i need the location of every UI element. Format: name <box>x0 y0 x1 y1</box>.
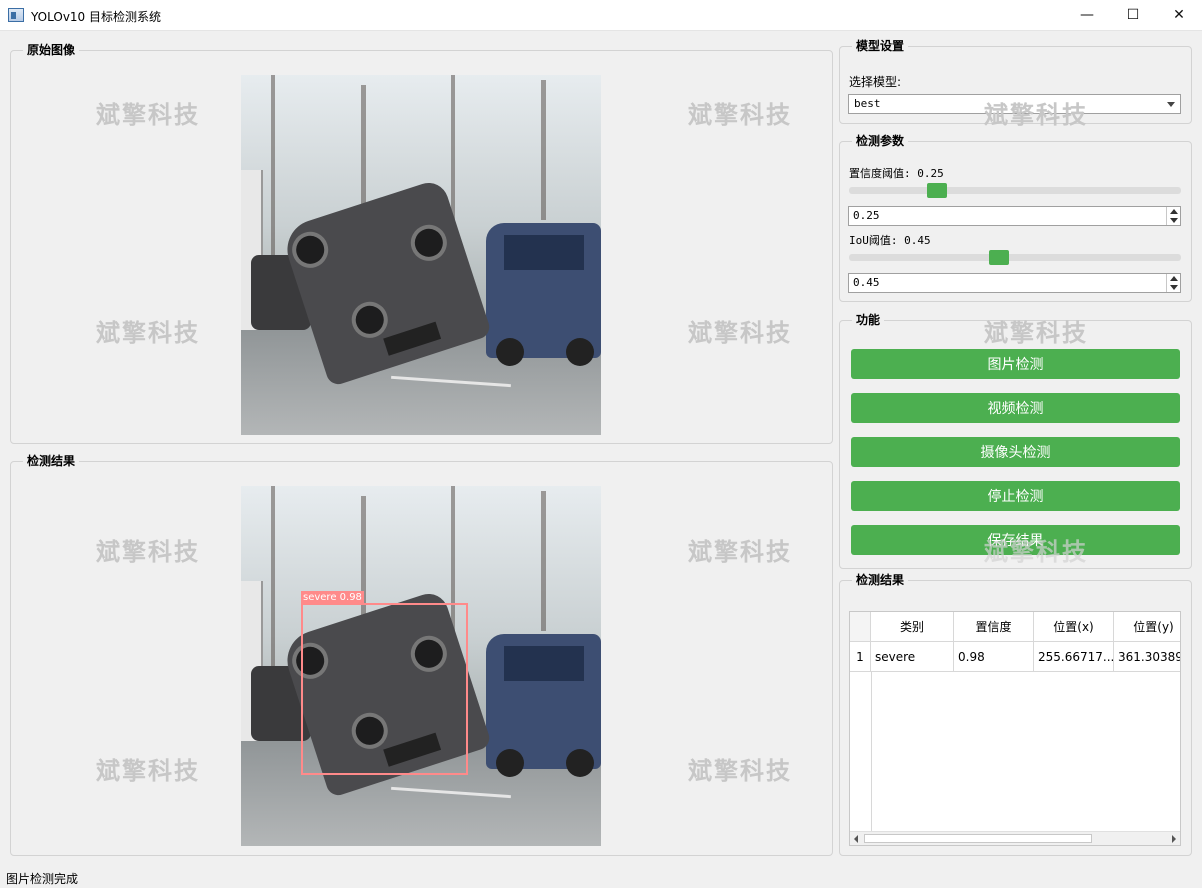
column-header-y[interactable]: 位置(y) <box>1114 612 1180 642</box>
cell-class[interactable]: severe <box>871 642 954 672</box>
result-image-title: 检测结果 <box>23 454 80 468</box>
camera-detect-button[interactable]: 摄像头检测 <box>851 437 1180 467</box>
confidence-slider[interactable] <box>849 183 1181 198</box>
iou-slider-handle[interactable] <box>989 250 1009 265</box>
table-corner[interactable] <box>850 612 871 642</box>
scroll-right-icon[interactable] <box>1172 835 1176 843</box>
status-text: 图片检测完成 <box>6 872 79 886</box>
original-image-title: 原始图像 <box>23 43 80 57</box>
save-results-button[interactable]: 保存结果 <box>851 525 1180 555</box>
title-bar: YOLOv10 目标检测系统 — ☐ ✕ <box>0 0 1202 31</box>
column-header-class[interactable]: 类别 <box>871 612 954 642</box>
cell-x[interactable]: 255.66717... <box>1034 642 1114 672</box>
result-image: severe 0.98 <box>241 486 601 846</box>
horizontal-scrollbar[interactable] <box>850 831 1180 845</box>
iou-spinbox[interactable]: 0.45 <box>848 273 1181 293</box>
confidence-spinbox[interactable]: 0.25 <box>848 206 1181 226</box>
cell-confidence[interactable]: 0.98 <box>954 642 1034 672</box>
arrow-up-icon[interactable] <box>1170 209 1178 214</box>
maximize-button[interactable]: ☐ <box>1110 0 1156 30</box>
minimize-button[interactable]: — <box>1064 0 1110 30</box>
iou-spinbox-value: 0.45 <box>853 276 880 289</box>
confidence-label: 置信度阈值: 0.25 <box>849 167 944 180</box>
iou-slider[interactable] <box>849 250 1181 265</box>
results-table[interactable]: 类别 置信度 位置(x) 位置(y) 1 severe 0.98 255.667… <box>849 611 1181 846</box>
app-window-icon <box>8 8 24 22</box>
detection-label: severe 0.98 <box>301 591 364 604</box>
model-select-label: 选择模型: <box>849 75 902 89</box>
column-header-x[interactable]: 位置(x) <box>1034 612 1114 642</box>
arrow-up-icon[interactable] <box>1170 276 1178 281</box>
chevron-down-icon[interactable] <box>1167 102 1175 107</box>
spin-buttons[interactable] <box>1166 274 1180 292</box>
functions-title: 功能 <box>852 313 885 327</box>
arrow-down-icon[interactable] <box>1170 285 1178 290</box>
detection-box <box>301 603 468 775</box>
row-header[interactable]: 1 <box>850 642 871 672</box>
scrollbar-thumb[interactable] <box>864 834 1092 843</box>
stop-detect-button[interactable]: 停止检测 <box>851 481 1180 511</box>
model-select[interactable]: best <box>848 94 1181 114</box>
cell-y[interactable]: 361.30389... <box>1114 642 1180 672</box>
image-detect-button[interactable]: 图片检测 <box>851 349 1180 379</box>
window-title: YOLOv10 目标检测系统 <box>31 10 162 24</box>
original-image <box>241 75 601 435</box>
close-button[interactable]: ✕ <box>1156 0 1202 30</box>
arrow-down-icon[interactable] <box>1170 218 1178 223</box>
model-select-value: best <box>854 97 881 110</box>
results-title: 检测结果 <box>852 573 909 587</box>
detection-params-title: 检测参数 <box>852 134 909 148</box>
column-header-confidence[interactable]: 置信度 <box>954 612 1034 642</box>
video-detect-button[interactable]: 视频检测 <box>851 393 1180 423</box>
status-bar: 图片检测完成 <box>0 866 1202 888</box>
confidence-slider-handle[interactable] <box>927 183 947 198</box>
iou-label: IoU阈值: 0.45 <box>849 234 931 247</box>
scroll-left-icon[interactable] <box>854 835 858 843</box>
confidence-spinbox-value: 0.25 <box>853 209 880 222</box>
spin-buttons[interactable] <box>1166 207 1180 225</box>
model-settings-title: 模型设置 <box>852 39 909 53</box>
